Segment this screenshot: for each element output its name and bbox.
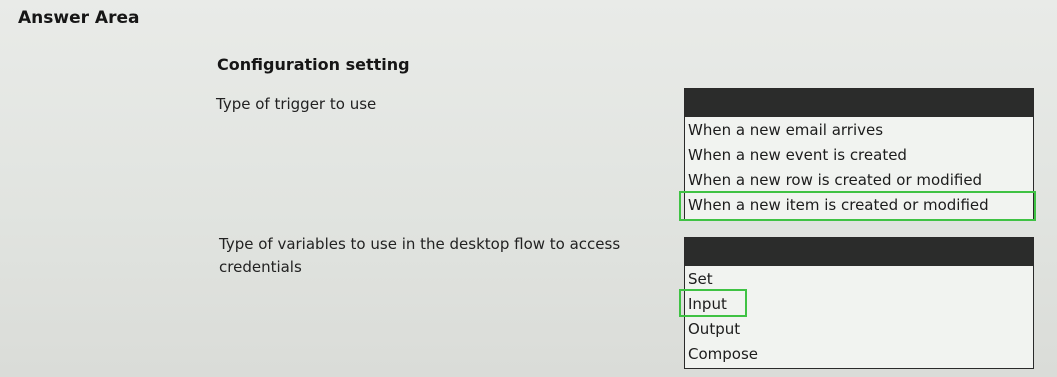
variables-option-output[interactable]: Output (685, 317, 1033, 342)
trigger-dropdown-header[interactable] (685, 89, 1033, 117)
trigger-option-event-created[interactable]: When a new event is created (685, 143, 1033, 168)
variables-option-input[interactable]: Input (685, 292, 1033, 317)
variables-dropdown-header[interactable] (685, 238, 1033, 266)
trigger-question-label: Type of trigger to use (216, 95, 377, 113)
variables-option-compose[interactable]: Compose (685, 342, 1033, 367)
trigger-option-email-arrives[interactable]: When a new email arrives (685, 118, 1033, 143)
variables-question-label: Type of variables to use in the desktop … (219, 235, 621, 276)
trigger-option-item-created-modified[interactable]: When a new item is created or modified (685, 193, 1033, 218)
trigger-type-dropdown[interactable]: When a new email arrives When a new even… (684, 88, 1034, 221)
configuration-setting-header: Configuration setting (217, 55, 410, 74)
variables-option-list: Set Input Output Compose (685, 266, 1033, 367)
answer-area-title: Answer Area (18, 8, 140, 28)
trigger-option-row-created-modified[interactable]: When a new row is created or modified (685, 168, 1033, 193)
variables-option-set[interactable]: Set (685, 267, 1033, 292)
answer-area-page: Answer Area Configuration setting Type o… (0, 0, 1057, 377)
variables-type-dropdown[interactable]: Set Input Output Compose (684, 237, 1034, 369)
trigger-option-list: When a new email arrives When a new even… (685, 117, 1033, 218)
